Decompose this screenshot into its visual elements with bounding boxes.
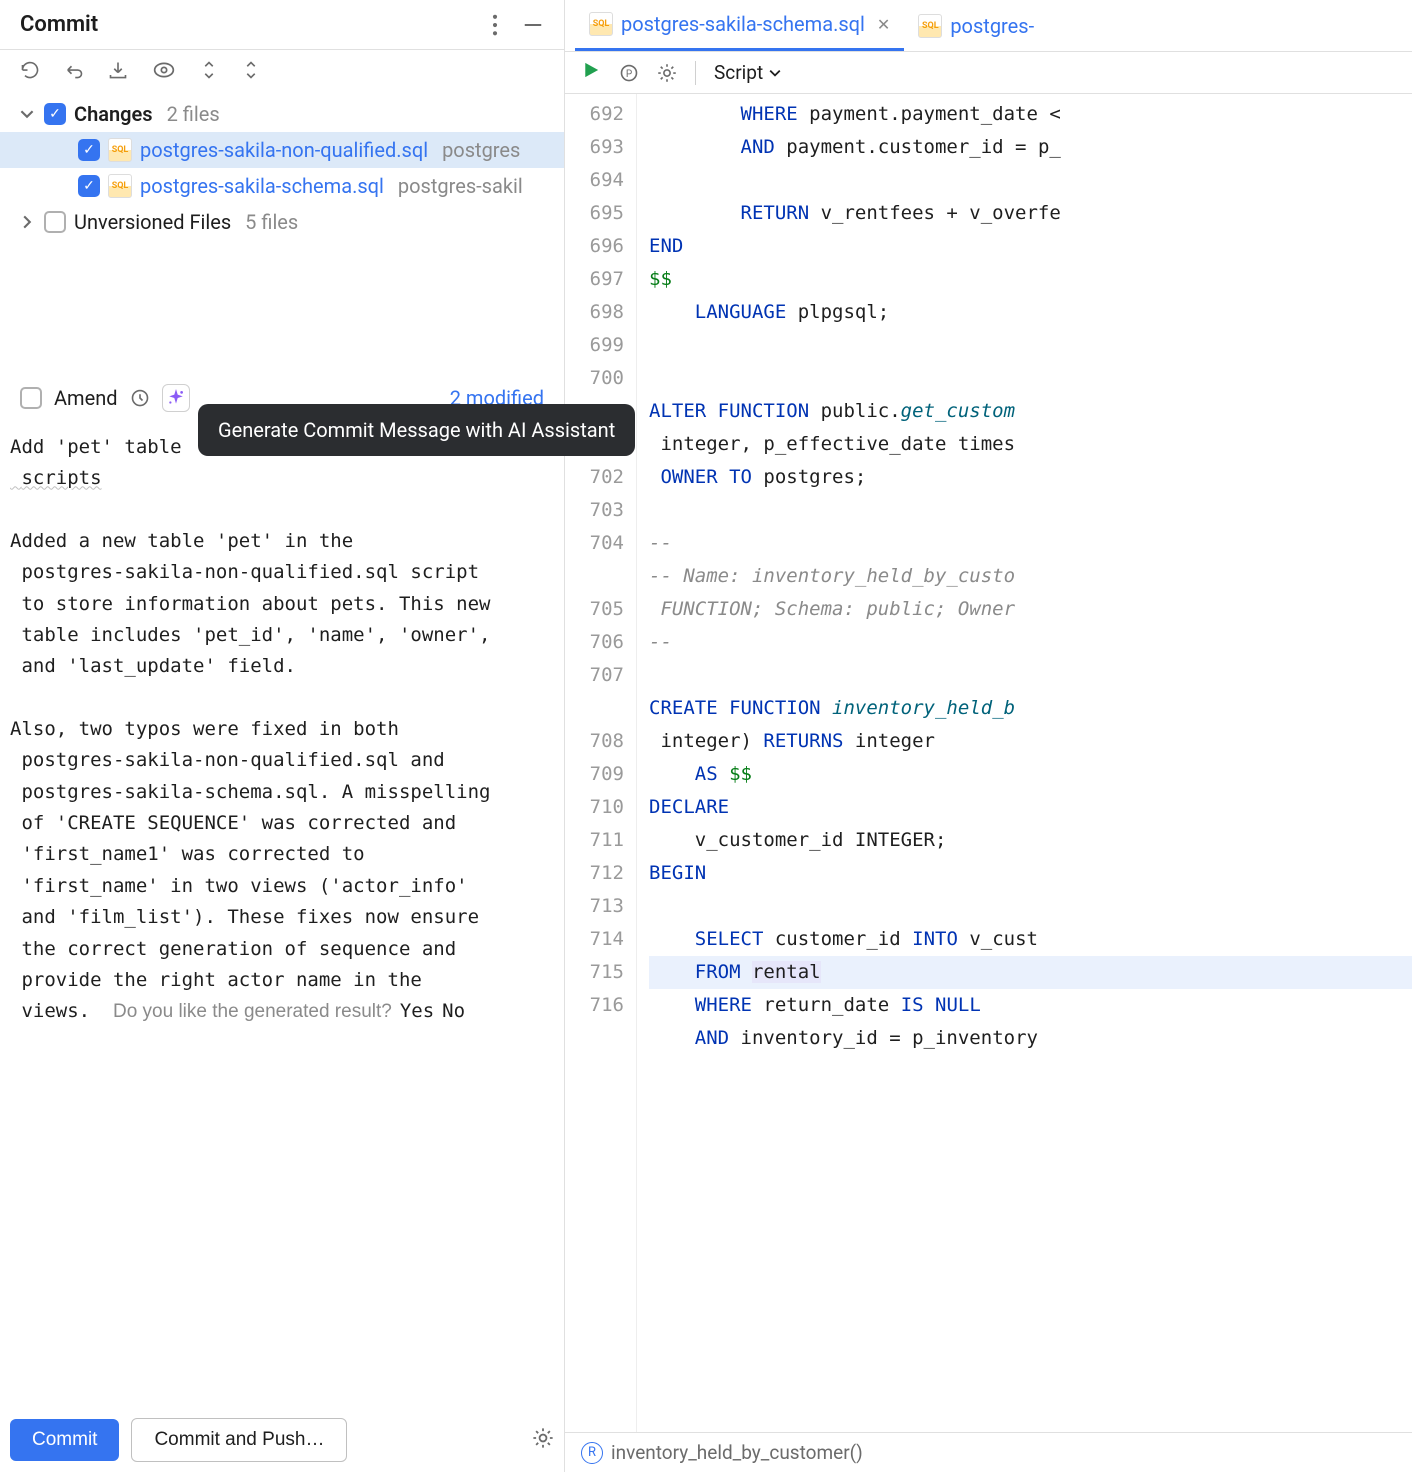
line-gutter: 6926936946956966976986997007027037047057…	[565, 94, 637, 1432]
unversioned-count: 5 files	[245, 210, 298, 234]
status-function: inventory_held_by_customer()	[611, 1441, 863, 1464]
settings-icon[interactable]	[657, 63, 677, 83]
close-icon[interactable]: ✕	[877, 15, 890, 34]
group-by-icon[interactable]	[242, 60, 260, 80]
separator	[695, 61, 696, 85]
expand-collapse-icon[interactable]	[200, 60, 218, 80]
refresh-icon[interactable]	[20, 60, 40, 80]
profiler-icon[interactable]: P	[619, 63, 639, 83]
file-checkbox[interactable]: ✓	[78, 139, 100, 161]
more-icon[interactable]	[492, 14, 498, 36]
file-row[interactable]: ✓ SQL postgres-sakila-non-qualified.sql …	[0, 132, 564, 168]
gen-yes-button[interactable]: Yes	[400, 1000, 434, 1022]
panel-title: Commit	[20, 12, 98, 37]
tab-label: postgres-	[950, 14, 1034, 38]
file-checkbox[interactable]: ✓	[78, 175, 100, 197]
sql-file-icon: SQL	[589, 12, 613, 36]
history-icon[interactable]	[130, 388, 150, 408]
changes-label: Changes	[74, 102, 153, 126]
minimize-icon[interactable]	[522, 14, 544, 36]
script-dropdown[interactable]: Script	[714, 61, 781, 84]
rollback-icon[interactable]	[64, 60, 84, 80]
shelve-icon[interactable]	[108, 60, 128, 80]
file-name: postgres-sakila-non-qualified.sql	[140, 138, 428, 162]
diff-icon[interactable]	[152, 60, 176, 80]
tab-schema[interactable]: SQL postgres-sakila-schema.sql ✕	[575, 0, 904, 51]
changes-checkbox[interactable]: ✓	[44, 103, 66, 125]
code-editor[interactable]: WHERE payment.payment_date < AND payment…	[637, 94, 1412, 1432]
file-path: postgres	[442, 138, 520, 162]
commit-push-button[interactable]: Commit and Push…	[131, 1418, 347, 1462]
settings-icon[interactable]	[532, 1427, 554, 1454]
file-row[interactable]: ✓ SQL postgres-sakila-schema.sql postgre…	[0, 168, 564, 204]
sql-file-icon: SQL	[918, 14, 942, 38]
tab-label: postgres-sakila-schema.sql	[621, 12, 865, 36]
gen-prompt: Do you like the generated result?	[113, 1001, 392, 1022]
gen-no-button[interactable]: No	[442, 1000, 465, 1022]
file-path: postgres-sakil	[398, 174, 523, 198]
amend-label: Amend	[54, 386, 118, 410]
changes-count: 2 files	[167, 102, 220, 126]
sql-file-icon: SQL	[108, 174, 132, 198]
unversioned-checkbox[interactable]	[44, 211, 66, 233]
sql-file-icon: SQL	[108, 138, 132, 162]
commit-button[interactable]: Commit	[10, 1419, 119, 1461]
changes-node[interactable]: ✓ Changes 2 files	[0, 96, 564, 132]
amend-checkbox[interactable]	[20, 387, 42, 409]
commit-body: Added a new table 'pet' in the postgres-…	[10, 530, 490, 1022]
svg-text:P: P	[626, 68, 632, 79]
unversioned-label: Unversioned Files	[74, 210, 231, 234]
ai-tooltip: Generate Commit Message with AI Assistan…	[198, 404, 635, 456]
ai-generate-button[interactable]	[162, 384, 190, 412]
file-name: postgres-sakila-schema.sql	[140, 174, 384, 198]
chevron-down-icon[interactable]	[20, 107, 36, 121]
unversioned-node[interactable]: Unversioned Files 5 files	[0, 204, 564, 240]
commit-body-line: scripts	[10, 467, 102, 489]
tab-other[interactable]: SQL postgres-	[904, 2, 1048, 50]
chevron-right-icon[interactable]	[20, 215, 36, 229]
commit-message-input[interactable]: Add 'pet' table scripts Added a new tabl…	[0, 420, 564, 1408]
run-icon[interactable]	[581, 60, 601, 85]
readonly-badge: R	[581, 1442, 603, 1464]
